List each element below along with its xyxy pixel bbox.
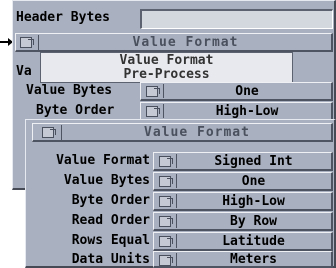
row-label-rows-equal: Rows Equal [71, 233, 150, 248]
back-value-bytes-cycle-button[interactable]: One [140, 82, 333, 101]
back-byte-order-label: Byte Order [36, 103, 115, 118]
popup-option-pre-process[interactable]: Pre-Process [123, 67, 209, 82]
cycle-gadget-icon [159, 176, 173, 187]
value-bytes-value: One [241, 173, 266, 189]
cycle-gadget-icon [146, 106, 160, 117]
back-value-format-titlebar[interactable]: Value Format [15, 33, 333, 52]
back-value-bytes-label: Value Bytes [26, 83, 113, 98]
front-value-format-titlebar[interactable]: Value Format [32, 123, 333, 142]
truncated-label: Va [16, 64, 32, 79]
byte-order-value: High-Low [222, 193, 285, 209]
front-title-label: Value Format [144, 124, 250, 140]
cycle-gadget-icon [159, 156, 173, 167]
format-popup-menu[interactable]: Value Format Pre-Process [40, 52, 293, 83]
value-bytes-cycle-button[interactable]: One [153, 172, 333, 191]
byte-order-cycle-button[interactable]: High-Low [153, 192, 333, 211]
cycle-gadget-icon [146, 86, 160, 97]
cycle-gadget-icon [159, 255, 173, 266]
cycle-gadget-icon [159, 236, 173, 247]
row-label-value-bytes: Value Bytes [63, 173, 150, 188]
header-bytes-label: Header Bytes [16, 10, 110, 25]
cycle-gadget-icon[interactable] [20, 37, 34, 48]
header-bytes-field[interactable] [140, 9, 333, 29]
row-label-byte-order: Byte Order [71, 193, 150, 208]
cycle-gadget-icon [159, 216, 173, 227]
back-byte-order-value: High-Low [215, 103, 279, 119]
popup-option-value-format[interactable]: Value Format [120, 53, 214, 68]
cycle-gadget-icon[interactable] [42, 127, 56, 138]
data-units-cycle-button[interactable]: Meters [153, 251, 333, 268]
row-label-read-order: Read Order [71, 213, 150, 228]
rows-equal-cycle-button[interactable]: Latitude [153, 232, 333, 251]
read-order-cycle-button[interactable]: By Row [153, 212, 333, 231]
back-title-label: Value Format [132, 34, 239, 50]
value-format-value: Signed Int [214, 153, 293, 169]
row-label-data-units: Data Units [71, 252, 150, 267]
rows-equal-value: Latitude [222, 233, 285, 249]
row-label-value-format: Value Format [56, 153, 150, 168]
data-units-value: Meters [230, 251, 277, 267]
value-format-cycle-button[interactable]: Signed Int [153, 152, 333, 171]
read-order-value: By Row [230, 213, 277, 229]
back-value-bytes-value: One [235, 83, 259, 99]
cycle-gadget-icon [159, 196, 173, 207]
